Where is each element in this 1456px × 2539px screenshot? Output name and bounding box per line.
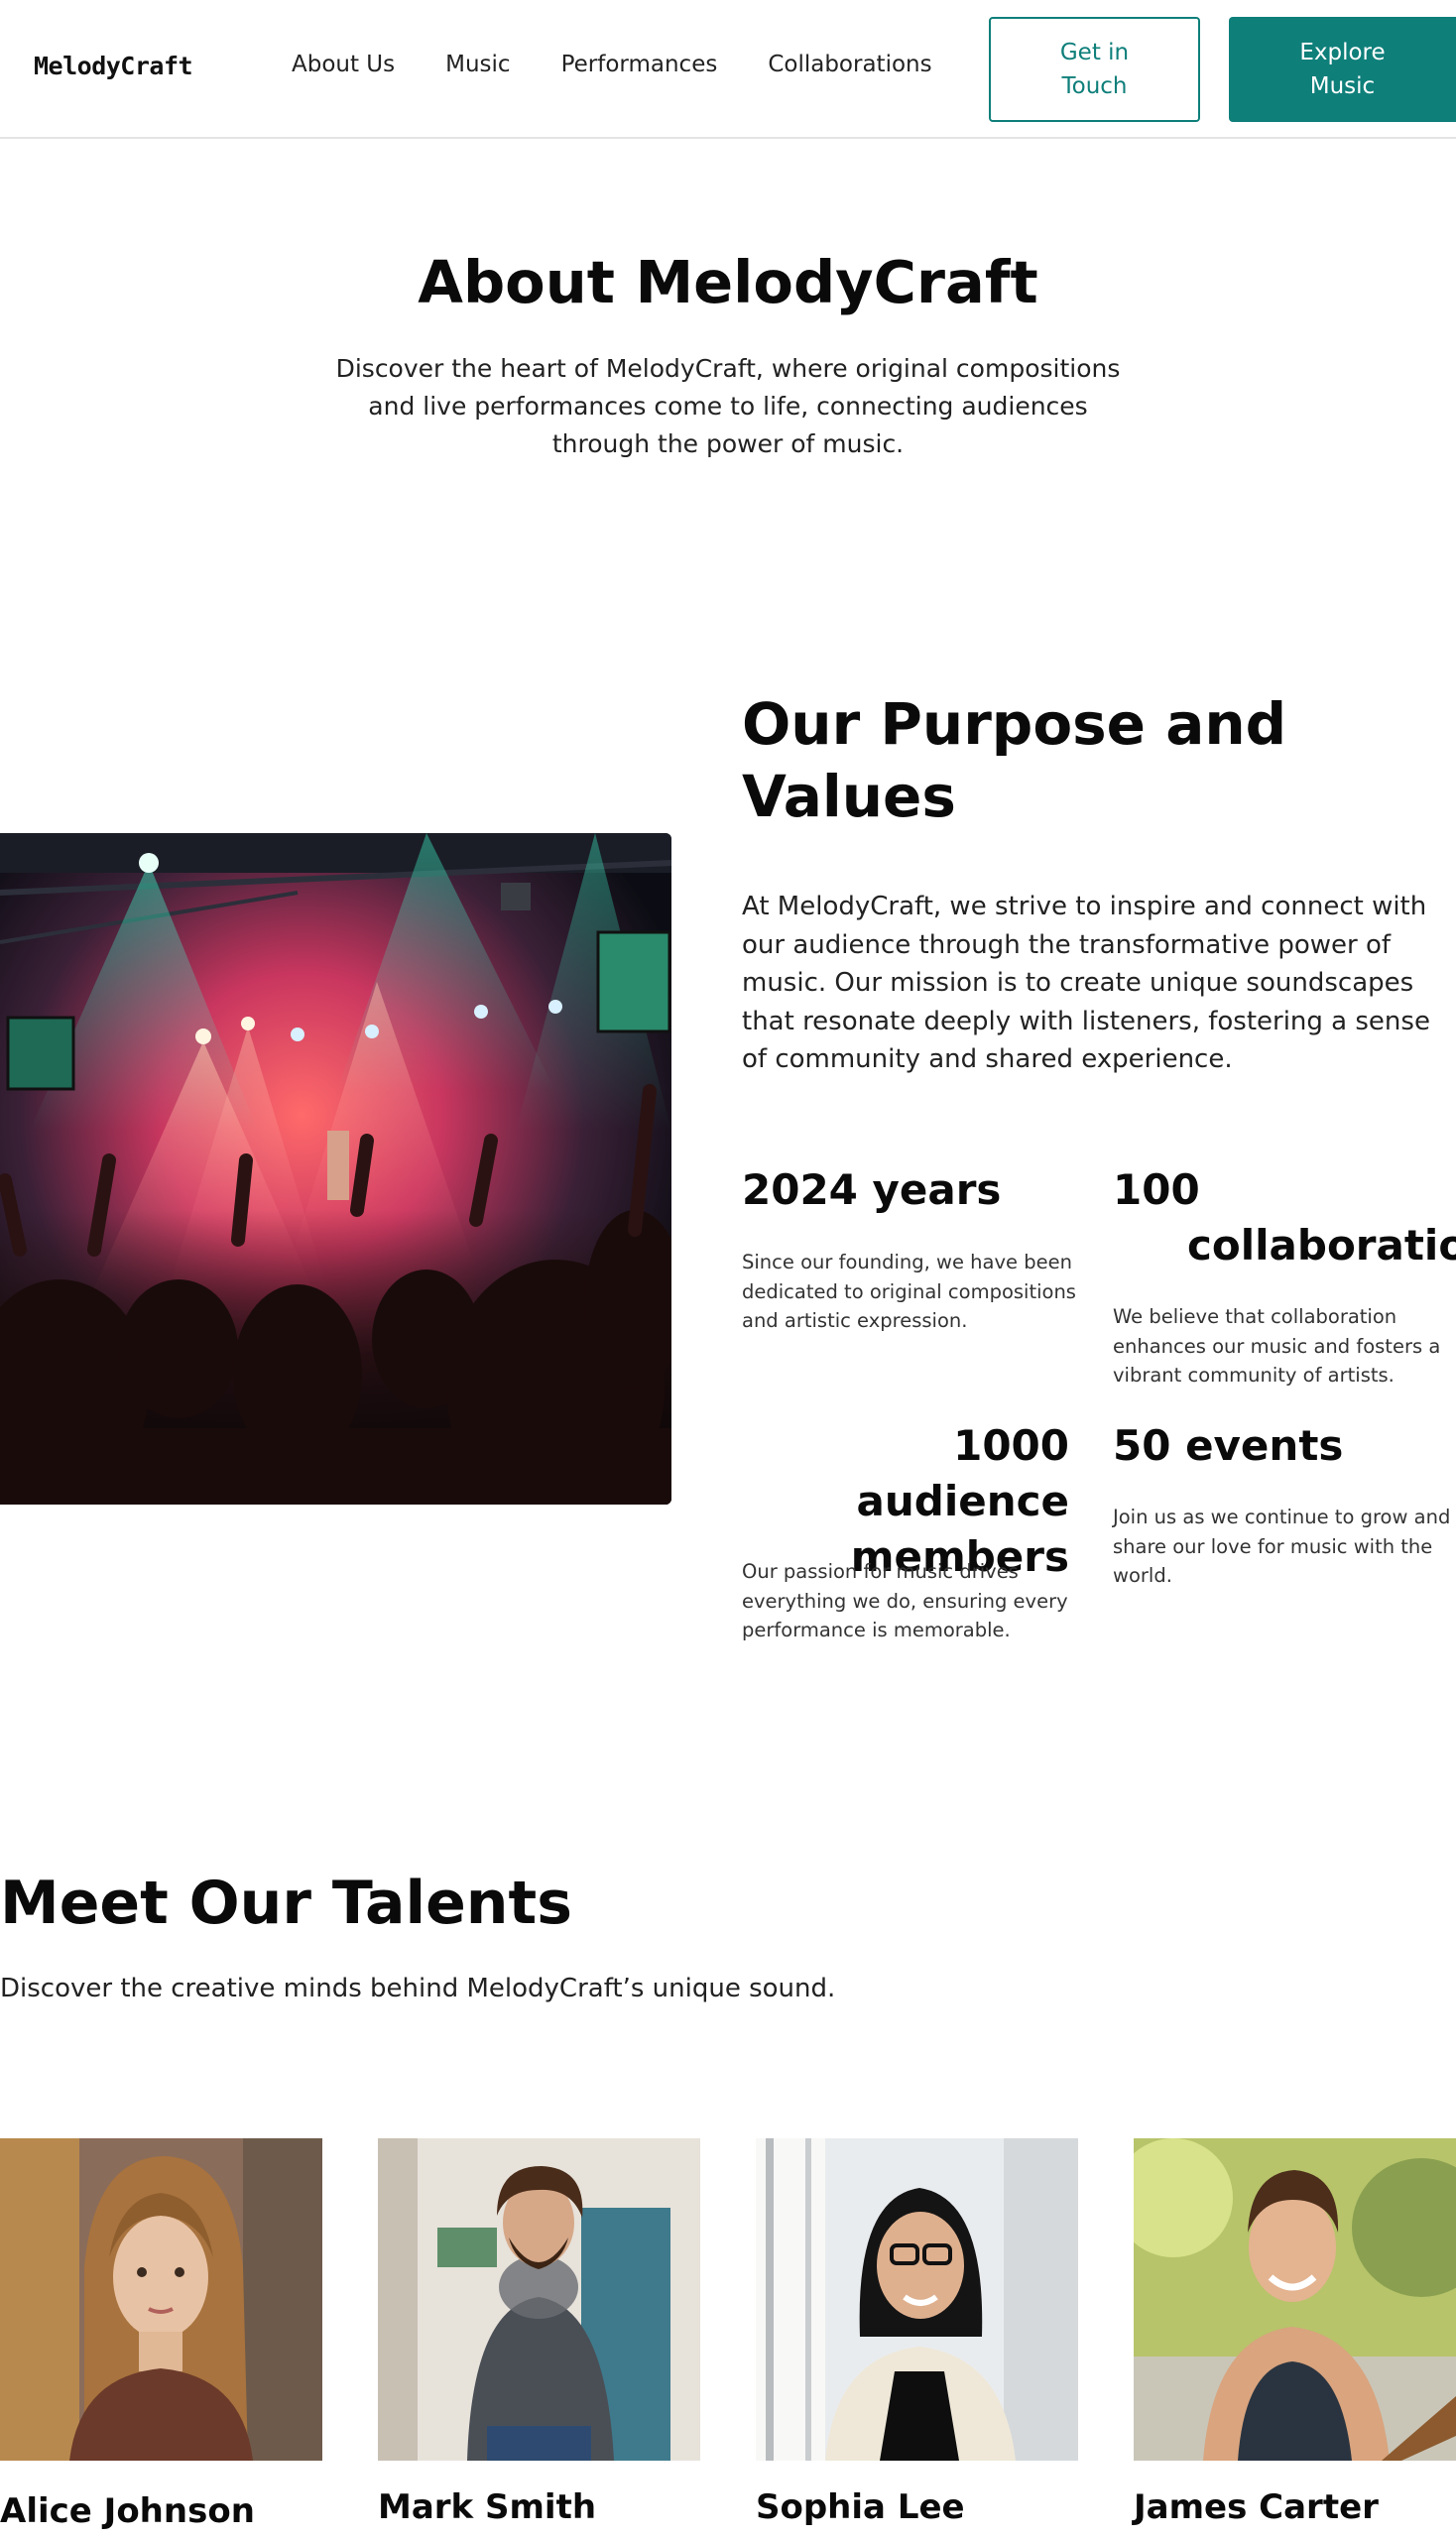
purpose-text: At MelodyCraft, we strive to inspire and…	[742, 892, 1430, 1074]
talent-name-sophia: Sophia Lee	[756, 2487, 965, 2527]
portrait-photo	[1134, 2138, 1456, 2461]
nav-links: About Us Music Performances Collaboratio…	[292, 52, 932, 77]
concert-photo-image	[0, 833, 671, 1505]
nav-link-collaborations[interactable]: Collaborations	[768, 52, 931, 77]
nav-link-music[interactable]: Music	[445, 52, 510, 77]
portrait-photo	[0, 2138, 322, 2461]
talent-name-james: James Carter	[1134, 2487, 1379, 2527]
talent-photo-alice[interactable]	[0, 2138, 322, 2461]
explore-music-button[interactable]: Explore Music	[1229, 17, 1456, 122]
top-nav: MelodyCraft About Us Music Performances …	[0, 0, 1456, 139]
talents-title: Meet Our Talents	[0, 1869, 572, 1938]
talent-name-alice: Alice Johnson	[0, 2491, 255, 2531]
talents-subtitle: Discover the creative minds behind Melod…	[0, 1974, 836, 2003]
nav-link-performances[interactable]: Performances	[561, 52, 718, 77]
portrait-photo	[378, 2138, 700, 2461]
hero-subtitle: Discover the heart of MelodyCraft, where…	[335, 354, 1121, 458]
stat-years-description: Since our founding, we have been dedicat…	[742, 1251, 1076, 1332]
stat-events-value: 50 events	[1113, 1421, 1344, 1470]
talent-name-mark: Mark Smith	[378, 2487, 597, 2527]
logo[interactable]: MelodyCraft	[34, 52, 193, 80]
portrait-photo	[756, 2138, 1078, 2461]
concert-photo	[0, 833, 671, 1505]
purpose-title: Our Purpose and Values	[742, 690, 1287, 830]
nav-link-about-us[interactable]: About Us	[292, 52, 395, 77]
stat-collaborations-value: 100 collaborations	[1113, 1162, 1456, 1273]
stat-collaborations-label: collaborations	[1187, 1221, 1456, 1270]
stat-events-description: Join us as we continue to grow and share…	[1113, 1506, 1451, 1587]
page-title: About MelodyCraft	[418, 248, 1038, 316]
talent-photo-james[interactable]	[1134, 2138, 1456, 2461]
stat-collaborations-number: 100	[1113, 1165, 1200, 1214]
talent-photo-mark[interactable]	[378, 2138, 700, 2461]
stat-audience-description: Our passion for music drives everything …	[742, 1560, 1068, 1641]
stat-years-value: 2024 years	[742, 1165, 1002, 1214]
stat-collaborations-description: We believe that collaboration enhances o…	[1113, 1305, 1441, 1387]
talent-photo-sophia[interactable]	[756, 2138, 1078, 2461]
get-in-touch-button[interactable]: Get in Touch	[989, 17, 1200, 122]
